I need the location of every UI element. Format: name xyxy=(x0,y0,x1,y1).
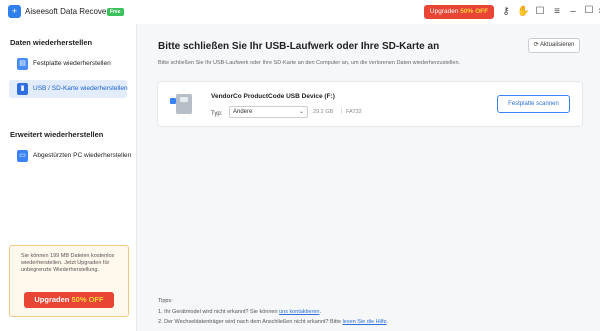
refresh-button[interactable]: ⟳ Aktualisieren xyxy=(528,38,580,53)
paw-icon[interactable]: ✋ xyxy=(517,5,529,18)
drive-badge-icon xyxy=(170,98,176,104)
sidebar-item-crashed-pc[interactable]: ▭ Abgestürzten PC wiederherstellen xyxy=(9,147,131,165)
device-size: 29.2 GB xyxy=(313,109,334,115)
upgrade-button[interactable]: Upgraden 50% OFF xyxy=(424,5,494,19)
tip-1-text: 1. Ihr Gerätmodel wird nicht erkannt? Si… xyxy=(158,309,278,315)
app-title: Aiseesoft Data Recovery xyxy=(25,7,114,16)
minimize-icon[interactable]: – xyxy=(567,5,579,18)
free-badge: Free xyxy=(107,8,124,16)
sidebar-item-hard-drive[interactable]: ▤ Festplatte wiederherstellen xyxy=(9,55,127,73)
chevron-down-icon: ⌄ xyxy=(298,109,304,115)
device-name: VendorCo ProductCode USB Device (F:) xyxy=(211,93,335,100)
refresh-label: Aktualisieren xyxy=(540,42,575,48)
crashed-pc-icon: ▭ xyxy=(17,150,28,162)
section-title-recover: Daten wiederherstellen xyxy=(10,38,93,47)
chat-icon[interactable]: ☐ xyxy=(534,5,546,18)
refresh-icon: ⟳ xyxy=(533,42,539,48)
sidebar-item-label: Festplatte wiederherstellen xyxy=(33,60,111,67)
page-subtitle: Bitte schließen Sie Ihr USB-Laufwerk ode… xyxy=(158,60,461,66)
upgrade-percent: 50% OFF xyxy=(460,8,489,15)
tip-2-end: . xyxy=(386,319,389,325)
promo-box: Sie können 199 MB Dateien kostenlos wied… xyxy=(9,245,129,317)
device-card: VendorCo ProductCode USB Device (F:) Typ… xyxy=(157,81,583,127)
section-title-advanced: Erweitert wiederherstellen xyxy=(10,130,104,139)
maximize-icon[interactable]: ☐ xyxy=(583,4,595,17)
sidebar-item-label: USB / SD-Karte wiederherstellen xyxy=(33,85,128,92)
promo-upgrade-label: Upgraden xyxy=(34,295,70,304)
sidebar: Daten wiederherstellen ▤ Festplatte wied… xyxy=(0,24,137,331)
usb-sd-icon: ▮ xyxy=(17,83,28,95)
page-title: Bitte schließen Sie Ihr USB-Laufwerk ode… xyxy=(158,41,440,52)
type-label: Typ: xyxy=(211,111,223,117)
promo-text: Sie können 199 MB Dateien kostenlos wied… xyxy=(21,253,115,274)
tip-2-text: 2. Der Wechseldatenträger wird nach dem … xyxy=(158,319,342,325)
promo-upgrade-button[interactable]: Upgraden 50% OFF xyxy=(24,292,114,308)
divider: | xyxy=(341,108,343,114)
tips-heading: Tipps: xyxy=(158,298,173,304)
menu-icon[interactable]: ≡ xyxy=(551,5,563,18)
scan-button[interactable]: Festplatte scannen xyxy=(497,95,570,113)
key-icon[interactable]: ⚷ xyxy=(500,5,512,18)
app-logo-icon: + xyxy=(8,5,21,18)
sidebar-item-label: Abgestürzten PC wiederherstellen xyxy=(33,152,132,159)
hard-drive-icon: ▤ xyxy=(17,58,28,70)
promo-upgrade-percent: 50% OFF xyxy=(71,295,104,304)
tip-1: 1. Ihr Gerätmodel wird nicht erkannt? Si… xyxy=(158,309,321,315)
tip-1-end: . xyxy=(319,309,321,315)
contact-link[interactable]: uns kontaktieren xyxy=(279,309,319,315)
help-link[interactable]: lesen Sie die Hilfe xyxy=(343,319,387,325)
sidebar-item-usb-sd[interactable]: ▮ USB / SD-Karte wiederherstellen xyxy=(9,80,128,98)
close-icon[interactable]: × xyxy=(595,5,600,18)
upgrade-label: Upgraden xyxy=(429,8,459,15)
title-bar: + Aiseesoft Data Recovery Free Upgraden … xyxy=(0,0,600,24)
usb-drive-icon xyxy=(176,94,192,114)
device-filesystem: FAT32 xyxy=(346,109,362,115)
type-select-value: Andere xyxy=(233,109,253,115)
tip-2: 2. Der Wechseldatenträger wird nach dem … xyxy=(158,319,388,325)
type-select[interactable]: Andere ⌄ xyxy=(229,106,308,118)
